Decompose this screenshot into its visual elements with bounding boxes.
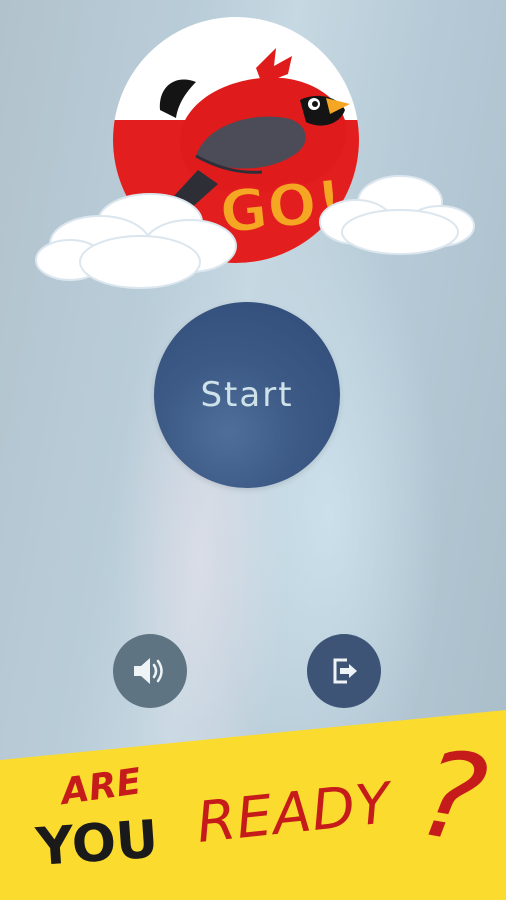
start-button-label: Start [200,375,294,415]
start-button[interactable]: Start [154,302,340,488]
exit-button[interactable] [307,634,381,708]
game-logo: GO! [0,0,506,300]
bird-logo-graphic: GO! [35,17,475,289]
speaker-volume-icon [131,655,169,687]
sound-toggle-button[interactable] [113,634,187,708]
exit-door-icon [329,656,359,686]
banner-word-you: YOU [34,809,161,878]
